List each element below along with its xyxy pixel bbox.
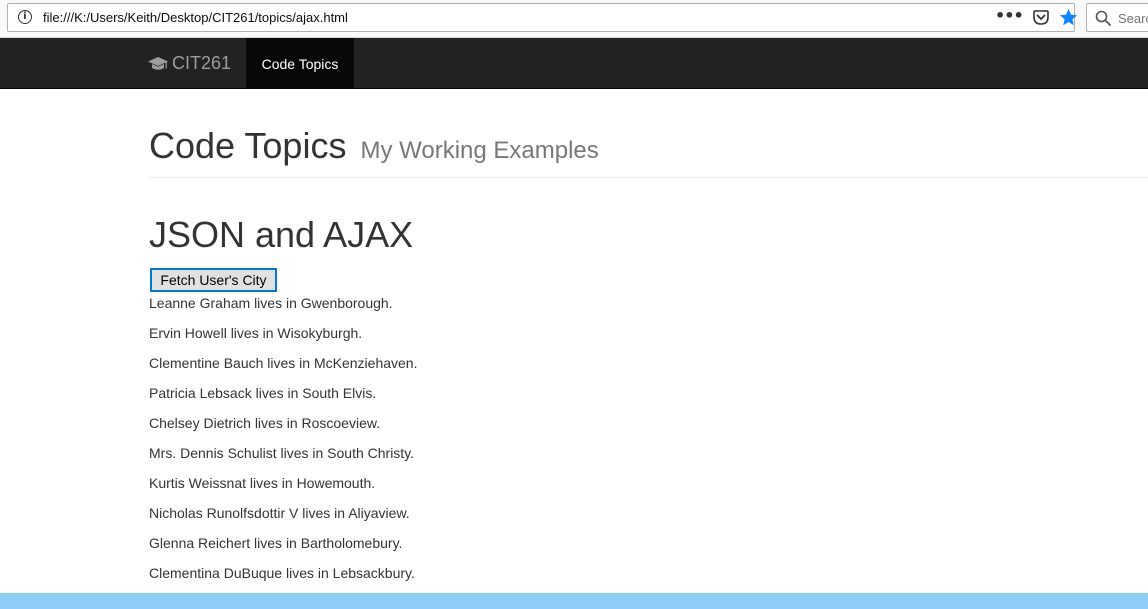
list-item: Leanne Graham lives in Gwenborough. — [149, 295, 393, 311]
brand-label: CIT261 — [172, 53, 232, 73]
list-item: Kurtis Weissnat lives in Howemouth. — [149, 475, 376, 491]
info-icon[interactable]: i — [18, 10, 32, 24]
list-item: Chelsey Dietrich lives in Roscoeview. — [149, 415, 381, 431]
nav-item-code-topics[interactable]: Code Topics — [246, 38, 354, 89]
page-header: Code Topics My Working Examples — [149, 125, 1148, 178]
page-title: Code Topics My Working Examples — [149, 125, 1148, 167]
search-placeholder: Search — [1118, 11, 1148, 26]
list-item: Mrs. Dennis Schulist lives in South Chri… — [149, 445, 415, 461]
address-bar[interactable]: i file:///K:/Users/Keith/Desktop/CIT261/… — [7, 3, 1078, 32]
list-item: Patricia Lebsack lives in South Elvis. — [149, 385, 377, 401]
list-item: Clementine Bauch lives in McKenziehaven. — [149, 355, 418, 371]
list-item: Ervin Howell lives in Wisokyburgh. — [149, 325, 363, 341]
site-navbar: CIT261 Code Topics — [0, 38, 1148, 89]
bottom-strip — [0, 593, 1148, 609]
list-item: Glenna Reichert lives in Bartholomebury. — [149, 535, 403, 551]
search-icon — [1095, 10, 1111, 26]
graduation-cap-icon — [148, 56, 168, 70]
pocket-icon[interactable] — [1033, 10, 1049, 25]
page-subtitle: My Working Examples — [360, 137, 599, 164]
star-icon[interactable] — [1059, 8, 1078, 27]
list-item: Nicholas Runolfsdottir V lives in Aliyav… — [149, 505, 410, 521]
search-bar[interactable]: Search — [1086, 3, 1148, 32]
browser-toolbar: i file:///K:/Users/Keith/Desktop/CIT261/… — [0, 0, 1148, 38]
url-text[interactable]: file:///K:/Users/Keith/Desktop/CIT261/to… — [43, 10, 348, 25]
list-item: Clementina DuBuque lives in Lebsackbury. — [149, 565, 415, 581]
page-title-text: Code Topics — [149, 125, 347, 166]
fetch-city-button[interactable]: Fetch User's City — [150, 268, 277, 292]
brand-link[interactable]: CIT261 — [148, 38, 231, 89]
results-list: Leanne Graham lives in Gwenborough. Ervi… — [149, 295, 417, 595]
section-title: JSON and AJAX — [149, 214, 414, 255]
more-icon[interactable]: ••• — [995, 6, 1024, 25]
